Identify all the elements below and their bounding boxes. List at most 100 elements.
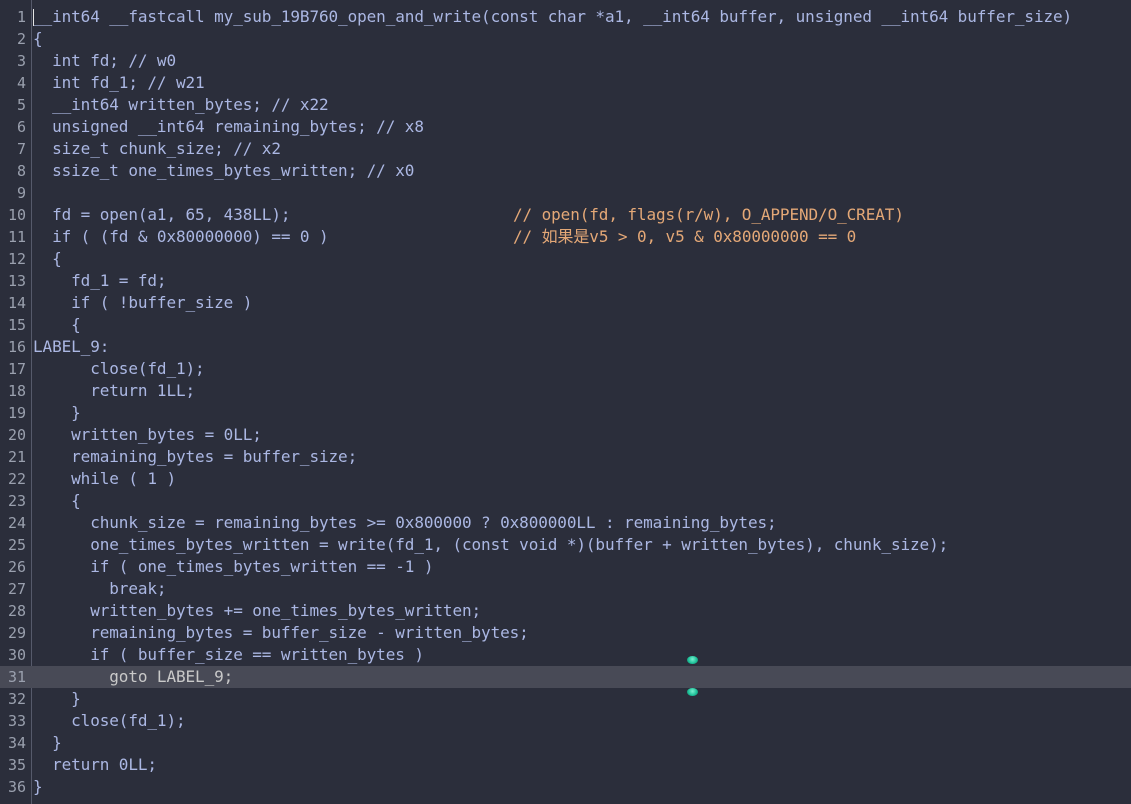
branch-marker-top-icon <box>687 656 698 664</box>
code-text[interactable]: } <box>33 732 62 754</box>
line-number: 26 <box>7 558 26 576</box>
code-line[interactable]: 11 if ( (fd & 0x80000000) == 0 ) // 如果是v5… <box>0 226 1131 248</box>
code-line[interactable]: 8 ssize_t one_times_bytes_written; // x0 <box>0 160 1131 182</box>
code-line[interactable]: 3 int fd; // w0 <box>0 50 1131 72</box>
code-text[interactable]: fd = open(a1, 65, 438LL); <box>33 204 290 226</box>
code-line[interactable]: 36} <box>0 776 1131 798</box>
code-line[interactable]: 33 close(fd_1); <box>0 710 1131 732</box>
code-text[interactable]: close(fd_1); <box>33 710 186 732</box>
line-number: 32 <box>7 690 26 708</box>
code-text[interactable]: chunk_size = remaining_bytes >= 0x800000… <box>33 512 776 534</box>
line-number: 29 <box>7 624 26 642</box>
code-line[interactable]: 14 if ( !buffer_size ) <box>0 292 1131 314</box>
line-number: 12 <box>7 250 26 268</box>
line-number: 23 <box>7 492 26 510</box>
line-number: 19 <box>7 404 26 422</box>
code-text[interactable]: } <box>33 776 43 798</box>
code-text[interactable]: fd_1 = fd; <box>33 270 166 292</box>
code-text[interactable]: if ( one_times_bytes_written == -1 ) <box>33 556 433 578</box>
code-text[interactable]: __int64 written_bytes; // x22 <box>33 94 329 116</box>
code-line[interactable]: 2{ <box>0 28 1131 50</box>
line-number: 24 <box>7 514 26 532</box>
code-line[interactable]: 30 if ( buffer_size == written_bytes ) <box>0 644 1131 666</box>
code-text[interactable]: close(fd_1); <box>33 358 205 380</box>
code-text[interactable]: ssize_t one_times_bytes_written; // x0 <box>33 160 414 182</box>
code-text[interactable]: goto LABEL_9; <box>33 666 233 688</box>
code-line[interactable]: 25 one_times_bytes_written = write(fd_1,… <box>0 534 1131 556</box>
code-text[interactable]: return 0LL; <box>33 754 157 776</box>
code-comment[interactable]: // 如果是v5 > 0, v5 & 0x80000000 == 0 <box>513 226 856 248</box>
code-text[interactable]: remaining_bytes = buffer_size - written_… <box>33 622 529 644</box>
code-text[interactable]: if ( (fd & 0x80000000) == 0 ) <box>33 226 329 248</box>
line-number: 16 <box>7 338 26 356</box>
code-text[interactable]: remaining_bytes = buffer_size; <box>33 446 357 468</box>
code-line[interactable]: 19 } <box>0 402 1131 424</box>
code-line[interactable]: 9 <box>0 182 1131 204</box>
code-line[interactable]: 32 } <box>0 688 1131 710</box>
code-lines[interactable]: 1 __int64 __fastcall my_sub_19B760_open_a… <box>0 6 1131 798</box>
code-comment[interactable]: // open(fd, flags(r/w), O_APPEND/O_CREAT… <box>513 204 904 226</box>
code-line[interactable]: 16 LABEL_9: <box>0 336 1131 358</box>
line-number: 20 <box>7 426 26 444</box>
code-text[interactable]: { <box>33 248 62 270</box>
code-line[interactable]: 31 goto LABEL_9; <box>0 666 1131 688</box>
code-text[interactable]: if ( buffer_size == written_bytes ) <box>33 644 424 666</box>
code-line[interactable]: 15 { <box>0 314 1131 336</box>
branch-marker-bottom-icon <box>687 688 698 696</box>
code-line[interactable]: 6 unsigned __int64 remaining_bytes; // x… <box>0 116 1131 138</box>
code-text[interactable]: unsigned __int64 remaining_bytes; // x8 <box>33 116 424 138</box>
code-line[interactable]: 18 return 1LL; <box>0 380 1131 402</box>
code-line[interactable]: 21 remaining_bytes = buffer_size; <box>0 446 1131 468</box>
line-number: 3 <box>16 52 26 70</box>
code-line[interactable]: 22 while ( 1 ) <box>0 468 1131 490</box>
code-text[interactable]: one_times_bytes_written = write(fd_1, (c… <box>33 534 948 556</box>
code-line[interactable]: 24 chunk_size = remaining_bytes >= 0x800… <box>0 512 1131 534</box>
line-number: 2 <box>16 30 26 48</box>
code-text[interactable]: { <box>33 314 81 336</box>
code-text[interactable]: int fd; // w0 <box>33 50 176 72</box>
code-line[interactable]: 28 written_bytes += one_times_bytes_writ… <box>0 600 1131 622</box>
code-line[interactable]: 1 __int64 __fastcall my_sub_19B760_open_a… <box>0 6 1131 28</box>
code-line[interactable]: 13 fd_1 = fd; <box>0 270 1131 292</box>
code-text[interactable]: __int64 __fastcall my_sub_19B760_open_an… <box>33 6 1072 28</box>
code-line[interactable]: 7 size_t chunk_size; // x2 <box>0 138 1131 160</box>
code-line[interactable]: 23 { <box>0 490 1131 512</box>
code-line[interactable]: 27 break; <box>0 578 1131 600</box>
code-text[interactable]: written_bytes += one_times_bytes_written… <box>33 600 481 622</box>
line-number: 5 <box>16 96 26 114</box>
code-text[interactable]: { <box>33 28 43 50</box>
code-text[interactable]: } <box>33 688 81 710</box>
code-line[interactable]: 20 written_bytes = 0LL; <box>0 424 1131 446</box>
code-text[interactable]: if ( !buffer_size ) <box>33 292 252 314</box>
code-text[interactable]: } <box>33 402 81 424</box>
code-line[interactable]: 26 if ( one_times_bytes_written == -1 ) <box>0 556 1131 578</box>
line-number: 15 <box>7 316 26 334</box>
code-line[interactable]: 29 remaining_bytes = buffer_size - writt… <box>0 622 1131 644</box>
code-text[interactable]: LABEL_9: <box>33 336 109 358</box>
line-number: 8 <box>16 162 26 180</box>
code-text[interactable]: return 1LL; <box>33 380 195 402</box>
line-number: 18 <box>7 382 26 400</box>
code-line[interactable]: 12 { <box>0 248 1131 270</box>
line-number: 30 <box>7 646 26 664</box>
line-number: 33 <box>7 712 26 730</box>
line-number: 6 <box>16 118 26 136</box>
code-line[interactable]: 10 fd = open(a1, 65, 438LL); // open(fd, … <box>0 204 1131 226</box>
code-text[interactable]: break; <box>33 578 166 600</box>
line-number: 14 <box>7 294 26 312</box>
code-line[interactable]: 4 int fd_1; // w21 <box>0 72 1131 94</box>
code-text[interactable]: size_t chunk_size; // x2 <box>33 138 281 160</box>
code-line[interactable]: 35 return 0LL; <box>0 754 1131 776</box>
line-number: 25 <box>7 536 26 554</box>
code-text[interactable]: written_bytes = 0LL; <box>33 424 262 446</box>
code-line[interactable]: 17 close(fd_1); <box>0 358 1131 380</box>
code-line[interactable]: 5 __int64 written_bytes; // x22 <box>0 94 1131 116</box>
pseudocode-editor[interactable]: 1 __int64 __fastcall my_sub_19B760_open_a… <box>0 0 1131 804</box>
text-cursor <box>33 9 34 26</box>
line-number: 35 <box>7 756 26 774</box>
code-text[interactable]: int fd_1; // w21 <box>33 72 205 94</box>
line-number: 28 <box>7 602 26 620</box>
code-line[interactable]: 34 } <box>0 732 1131 754</box>
code-text[interactable]: { <box>33 490 81 512</box>
code-text[interactable]: while ( 1 ) <box>33 468 176 490</box>
